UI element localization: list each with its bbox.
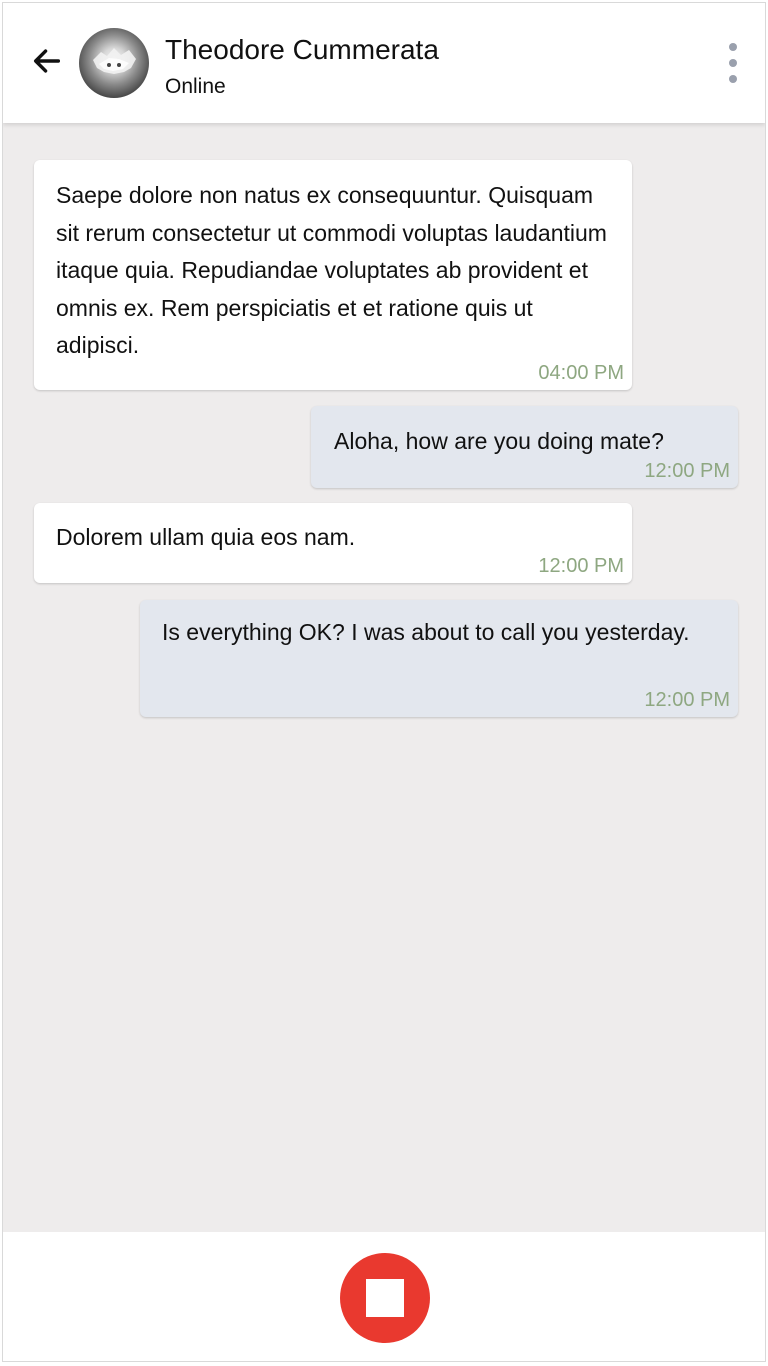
message-outgoing: Aloha, how are you doing mate? 12:00 PM xyxy=(311,406,738,488)
avatar[interactable] xyxy=(79,28,149,98)
chat-footer xyxy=(3,1232,765,1361)
message-text: Aloha, how are you doing mate? xyxy=(334,428,664,454)
contact-name: Theodore Cummerata xyxy=(165,34,439,65)
stop-recording-button[interactable] xyxy=(340,1253,430,1343)
more-vertical-icon-dot xyxy=(729,59,737,67)
message-outgoing: Is everything OK? I was about to call yo… xyxy=(140,600,738,717)
arrow-left-icon xyxy=(33,49,61,73)
stop-icon xyxy=(366,1279,404,1317)
message-incoming: Saepe dolore non natus ex consequuntur. … xyxy=(34,160,632,390)
message-text: Dolorem ullam quia eos nam. xyxy=(56,524,356,550)
message-text: Saepe dolore non natus ex consequuntur. … xyxy=(56,182,607,358)
back-button[interactable] xyxy=(27,41,67,81)
contact-status: Online xyxy=(165,75,226,98)
message-text: Is everything OK? I was about to call yo… xyxy=(162,619,690,645)
more-options-button[interactable] xyxy=(721,43,745,83)
message-incoming: Dolorem ullam quia eos nam. 12:00 PM xyxy=(34,503,632,583)
message-time: 12:00 PM xyxy=(644,689,730,711)
message-time: 04:00 PM xyxy=(538,362,624,384)
message-time: 12:00 PM xyxy=(644,460,730,482)
chat-header: Theodore Cummerata Online xyxy=(3,3,765,123)
more-vertical-icon-dot xyxy=(729,75,737,83)
chat-screen: Theodore Cummerata Online Saepe dolore n… xyxy=(2,2,766,1362)
message-time: 12:00 PM xyxy=(538,555,624,577)
more-vertical-icon xyxy=(729,43,737,51)
avatar-image xyxy=(93,48,136,74)
